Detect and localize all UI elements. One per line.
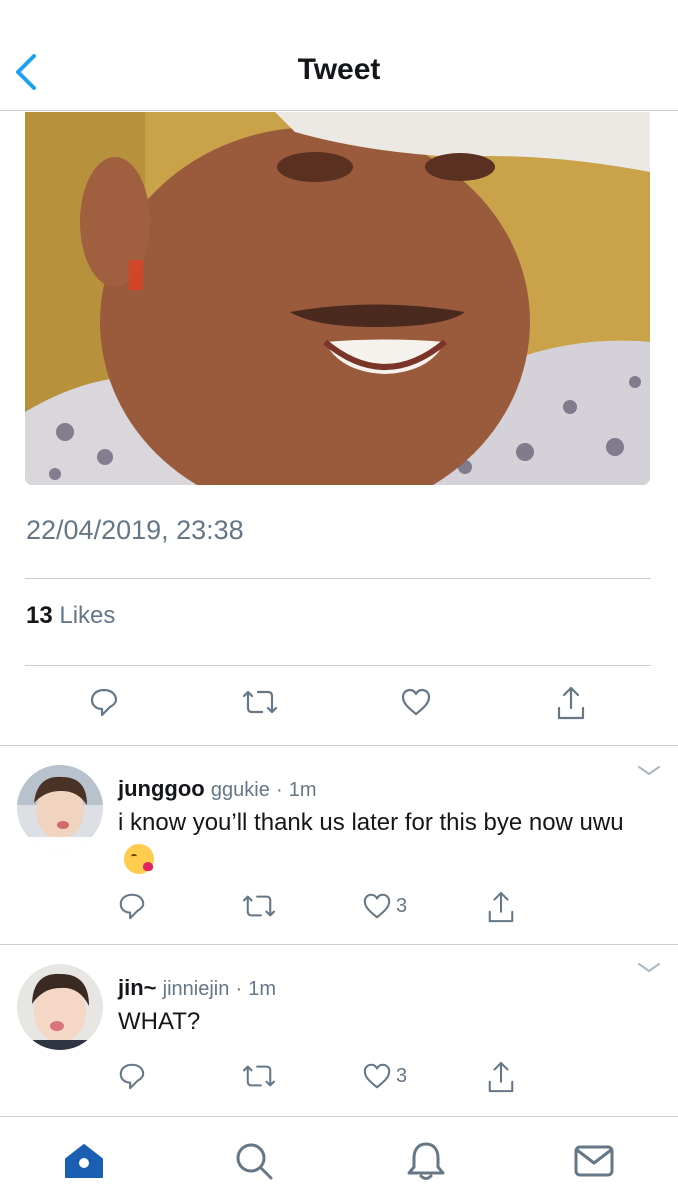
heart-icon <box>363 893 391 919</box>
more-options-button[interactable] <box>636 960 662 976</box>
messages-icon <box>574 1145 614 1177</box>
retweet-button[interactable] <box>242 891 276 921</box>
home-icon <box>65 1144 103 1178</box>
more-options-button[interactable] <box>636 763 662 779</box>
reply-button[interactable] <box>117 891 147 921</box>
face-blowing-kiss-icon <box>124 843 154 874</box>
tab-notifications[interactable] <box>404 1139 448 1183</box>
share-button[interactable] <box>486 891 516 925</box>
reply-display-name[interactable]: junggoo <box>118 776 205 801</box>
chevron-down-icon <box>638 766 660 776</box>
share-icon <box>488 891 514 923</box>
reply-handle[interactable]: ggukie <box>211 779 270 801</box>
share-icon <box>488 1061 514 1093</box>
reply-icon <box>119 893 145 920</box>
reply-tweet[interactable]: junggoo ggukie · 1m i know you’ll thank … <box>0 745 678 943</box>
like-button[interactable] <box>400 686 432 718</box>
like-button[interactable]: 3 <box>362 891 407 921</box>
avatar-image <box>17 765 103 851</box>
separator-dot: · <box>275 779 283 801</box>
reply-icon <box>119 1063 145 1090</box>
avatar[interactable] <box>17 964 103 1050</box>
reply-text-content: i know you’ll thank us later for this by… <box>118 809 624 836</box>
tweet-photo <box>25 112 650 485</box>
like-count: 3 <box>396 1064 408 1087</box>
reply-text: WHAT? <box>118 1008 201 1035</box>
heart-icon <box>363 1063 391 1089</box>
heart-icon <box>401 688 431 716</box>
retweet-icon <box>242 1065 276 1087</box>
reply-actions-bar: 3 <box>0 1061 678 1101</box>
reply-icon <box>90 688 118 717</box>
retweet-button[interactable] <box>242 1061 276 1091</box>
reply-time: 1m <box>288 779 317 801</box>
reply-button[interactable] <box>88 686 120 718</box>
notifications-icon <box>407 1142 445 1180</box>
divider <box>25 578 651 579</box>
tweet-media-image[interactable] <box>25 112 650 485</box>
separator-dot: · <box>235 978 243 1000</box>
top-navigation-bar: Tweet <box>0 0 678 111</box>
reply-actions-bar: 3 <box>0 891 678 931</box>
reply-tweet[interactable]: jin~ jinniejin · 1m WHAT? 3 <box>0 944 678 1116</box>
search-icon <box>236 1143 273 1180</box>
reply-text: i know you’ll thank us later for this by… <box>118 805 658 875</box>
likes-count: 13 <box>26 602 53 629</box>
tab-search[interactable] <box>232 1139 276 1183</box>
avatar-image <box>17 964 103 1050</box>
tab-home[interactable] <box>62 1139 106 1183</box>
retweet-button[interactable] <box>242 686 278 718</box>
tab-messages[interactable] <box>572 1139 616 1183</box>
reply-header: junggoo ggukie · 1m <box>118 776 317 802</box>
tweet-actions-bar <box>0 686 678 726</box>
like-button[interactable]: 3 <box>362 1061 407 1091</box>
like-count: 3 <box>396 894 408 917</box>
share-button[interactable] <box>486 1061 516 1095</box>
bottom-tab-bar <box>0 1116 678 1201</box>
share-icon <box>557 686 585 720</box>
share-button[interactable] <box>555 686 587 722</box>
likes-label: Likes <box>59 602 116 629</box>
tweet-timestamp: 22/04/2019, 23:38 <box>26 515 244 545</box>
likes-count-link[interactable]: 13 Likes <box>26 602 115 630</box>
reply-handle[interactable]: jinniejin <box>163 978 230 1000</box>
reply-display-name[interactable]: jin~ <box>118 975 157 1000</box>
reply-header: jin~ jinniejin · 1m <box>118 975 276 1001</box>
reply-time: 1m <box>248 978 277 1000</box>
page-title: Tweet <box>297 53 381 86</box>
avatar[interactable] <box>17 765 103 851</box>
retweet-icon <box>242 690 278 714</box>
chevron-down-icon <box>638 963 660 973</box>
divider <box>25 665 651 666</box>
reply-button[interactable] <box>117 1061 147 1091</box>
retweet-icon <box>242 895 276 917</box>
